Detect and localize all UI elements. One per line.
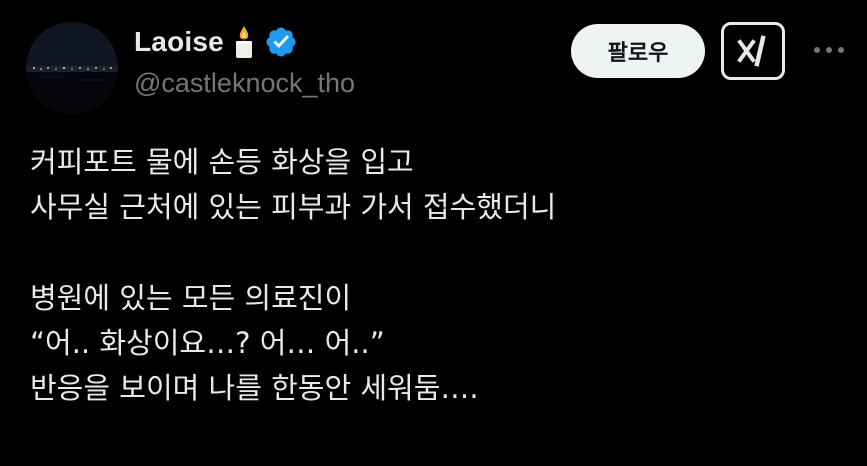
tweet-header: Laoise @castleknock_tho 팔로우 — [0, 0, 867, 120]
grok-icon — [737, 35, 766, 67]
tweet-line: 커피포트 물에 손등 화상을 입고 — [30, 145, 414, 179]
more-icon — [814, 47, 844, 53]
avatar[interactable] — [26, 22, 118, 114]
author-name-row: Laoise — [134, 22, 298, 62]
verified-badge-icon[interactable] — [264, 25, 298, 59]
tweet-line: 반응을 보이며 나를 한동안 세워둠…. — [30, 371, 479, 405]
tweet-text: 커피포트 물에 손등 화상을 입고 사무실 근처에 있는 피부과 가서 접수했더… — [30, 140, 850, 411]
tweet-line: “어.. 화상이요…? 어… 어..” — [30, 326, 385, 360]
candle-icon — [232, 24, 256, 60]
grok-button[interactable] — [721, 22, 785, 80]
tweet-line: 병원에 있는 모든 의료진이 — [30, 281, 352, 315]
tweet-line: 사무실 근처에 있는 피부과 가서 접수했더니 — [30, 190, 557, 224]
avatar-night-skyline-image — [26, 22, 118, 114]
more-options-button[interactable] — [806, 30, 852, 70]
follow-button[interactable]: 팔로우 — [571, 24, 705, 78]
author-handle[interactable]: @castleknock_tho — [134, 68, 355, 99]
author-display-name[interactable]: Laoise — [134, 26, 224, 58]
